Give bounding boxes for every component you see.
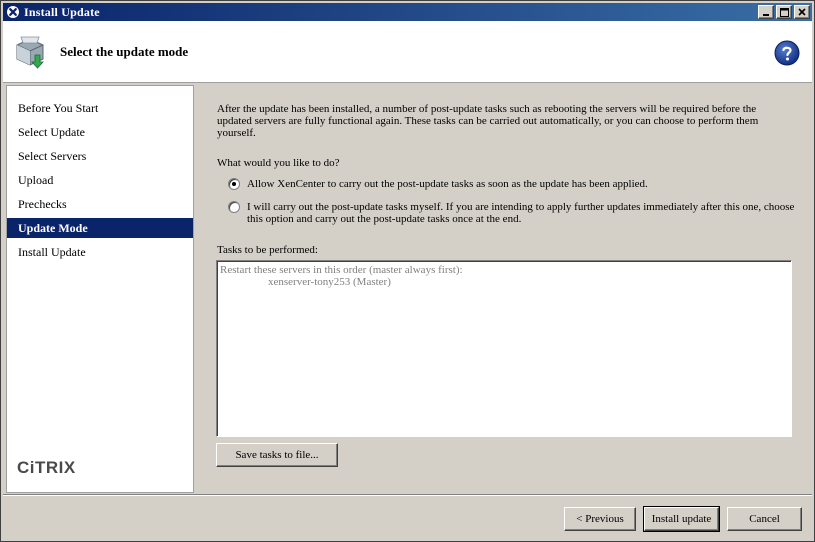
option-automatic[interactable]: Allow XenCenter to carry out the post-up… xyxy=(228,178,797,190)
sidebar-item-before-you-start[interactable]: Before You Start xyxy=(7,98,193,118)
minimize-button[interactable] xyxy=(758,5,774,19)
title-bar[interactable]: Install Update xyxy=(3,3,812,21)
intro-text: After the update has been installed, a n… xyxy=(217,103,759,139)
option-automatic-label[interactable]: Allow XenCenter to carry out the post-up… xyxy=(247,178,797,190)
page-title: Select the update mode xyxy=(60,44,189,59)
maximize-button[interactable] xyxy=(776,5,792,19)
wizard-steps-sidebar: Before You Start Select Update Select Se… xyxy=(6,85,194,493)
save-tasks-button[interactable]: Save tasks to file... xyxy=(216,443,338,467)
sidebar-item-select-servers[interactable]: Select Servers xyxy=(7,146,193,166)
tasks-line: Restart these servers in this order (mas… xyxy=(220,264,463,276)
previous-button[interactable]: < Previous xyxy=(564,507,636,531)
cancel-button[interactable]: Cancel xyxy=(727,507,802,531)
main-content: After the update has been installed, a n… xyxy=(196,85,812,493)
package-install-icon xyxy=(13,33,47,69)
radio-manual[interactable] xyxy=(228,201,240,213)
option-manual[interactable]: I will carry out the post-update tasks m… xyxy=(228,201,797,225)
xencenter-x-icon xyxy=(6,5,20,19)
tasks-textbox[interactable]: Restart these servers in this order (mas… xyxy=(216,260,792,437)
tasks-label: Tasks to be performed: xyxy=(217,244,318,256)
window-controls xyxy=(758,5,810,19)
tasks-line: xenserver-tony253 (Master) xyxy=(268,276,391,288)
wizard-header: Select the update mode xyxy=(3,21,812,83)
install-update-window: Install Update Select the update mode Be… xyxy=(0,0,815,542)
sidebar-item-update-mode[interactable]: Update Mode xyxy=(7,218,193,238)
radio-automatic[interactable] xyxy=(228,178,240,190)
close-icon xyxy=(798,8,806,16)
install-update-button[interactable]: Install update xyxy=(643,506,720,532)
question-label: What would you like to do? xyxy=(217,157,340,169)
close-button[interactable] xyxy=(794,5,810,19)
help-question-icon[interactable] xyxy=(774,40,800,66)
citrix-logo: CiTRIX xyxy=(17,458,76,477)
option-manual-label[interactable]: I will carry out the post-update tasks m… xyxy=(247,201,797,225)
sidebar-item-install-update[interactable]: Install Update xyxy=(7,242,193,262)
maximize-icon xyxy=(779,7,789,17)
minimize-icon xyxy=(763,14,769,16)
sidebar-item-upload[interactable]: Upload xyxy=(7,170,193,190)
footer-divider xyxy=(3,494,812,496)
sidebar-item-prechecks[interactable]: Prechecks xyxy=(7,194,193,214)
sidebar-item-select-update[interactable]: Select Update xyxy=(7,122,193,142)
window-title: Install Update xyxy=(24,4,100,19)
